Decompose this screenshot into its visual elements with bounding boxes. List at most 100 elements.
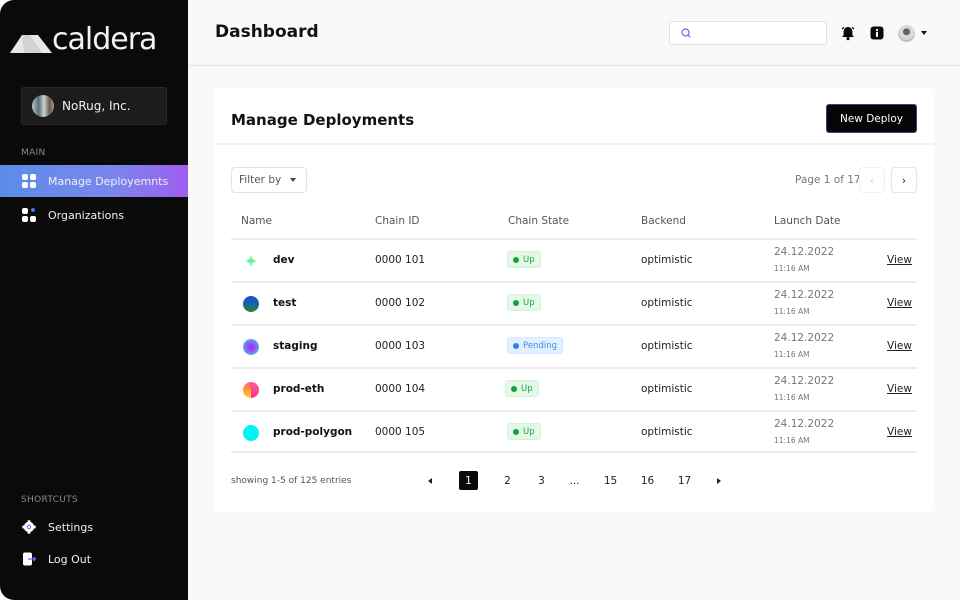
sidebar-item-manage-deployments[interactable]: Manage Deployemnts <box>0 165 188 197</box>
launch-date: 24.12.2022 <box>774 289 835 301</box>
launch-date: 24.12.2022 <box>774 332 835 344</box>
organization-switcher[interactable]: NoRug, Inc. <box>21 87 167 125</box>
page-button-3[interactable]: 3 <box>532 471 551 490</box>
entries-count: showing 1-5 of 125 entries <box>231 476 352 486</box>
status-badge: Up <box>507 294 541 311</box>
filter-label: Filter by <box>239 174 282 186</box>
logo-mountain-icon <box>10 35 52 53</box>
next-page-arrow-icon[interactable] <box>717 478 721 484</box>
view-link[interactable]: View <box>887 383 912 395</box>
grid-icon <box>22 174 36 188</box>
column-header-chain-state[interactable]: Chain State <box>508 215 569 227</box>
launch-time: 11:16 AM <box>774 307 810 316</box>
status-dot-icon <box>511 385 517 392</box>
deployment-name: staging <box>273 340 318 352</box>
main-section-label: MAIN <box>21 148 46 158</box>
launch-date: 24.12.2022 <box>774 418 835 430</box>
logo-text: caldera <box>52 22 157 57</box>
column-header-chain-id[interactable]: Chain ID <box>375 215 420 227</box>
status-text: Up <box>523 426 535 437</box>
table-row[interactable]: dev 0000 101 Up optimistic 24.12.2022 11… <box>231 238 917 281</box>
org-name: NoRug, Inc. <box>62 99 131 113</box>
deployment-icon-staging <box>243 339 259 355</box>
status-text: Up <box>523 297 535 308</box>
sidebar-item-logout[interactable]: Log Out <box>0 543 188 575</box>
chain-id: 0000 104 <box>375 383 426 395</box>
search-input[interactable] <box>698 25 818 41</box>
sidebar-item-settings[interactable]: Settings <box>0 511 188 543</box>
user-avatar[interactable] <box>898 25 915 42</box>
search-box[interactable] <box>669 21 827 45</box>
chain-id: 0000 105 <box>375 426 426 438</box>
deployment-name: prod-eth <box>273 383 325 395</box>
filter-dropdown[interactable]: Filter by <box>231 167 307 193</box>
backend: optimistic <box>641 426 693 438</box>
view-link[interactable]: View <box>887 297 912 309</box>
info-icon[interactable] <box>869 25 885 41</box>
launch-time: 11:16 AM <box>774 264 810 273</box>
status-badge: Up <box>507 251 541 268</box>
caret-down-icon <box>290 178 297 182</box>
shortcuts-section-label: SHORTCUTS <box>21 495 78 505</box>
backend: optimistic <box>641 340 693 352</box>
launch-time: 11:16 AM <box>774 350 810 359</box>
status-text: Pending <box>523 340 557 351</box>
deployment-icon-prod-eth <box>243 382 259 398</box>
table-row[interactable]: test 0000 102 Up optimistic 24.12.2022 1… <box>231 281 917 324</box>
column-header-name[interactable]: Name <box>241 215 272 227</box>
backend: optimistic <box>641 254 693 266</box>
status-text: Up <box>523 254 535 265</box>
status-dot-icon <box>513 256 519 263</box>
status-text: Up <box>521 383 533 394</box>
page-info: Page 1 of 17 <box>795 174 861 186</box>
view-link[interactable]: View <box>887 426 912 438</box>
gear-icon <box>22 520 36 534</box>
chain-id: 0000 103 <box>375 340 426 352</box>
table-row[interactable]: staging 0000 103 Pending optimistic 24.1… <box>231 324 917 367</box>
sidebar: caldera NoRug, Inc. MAIN Manage Deployem… <box>0 0 188 600</box>
prev-page-button[interactable]: ‹ <box>859 167 885 193</box>
sidebar-item-label: Organizations <box>48 208 125 222</box>
new-deploy-button[interactable]: New Deploy <box>826 104 917 133</box>
launch-time: 11:16 AM <box>774 393 810 402</box>
page-button-1[interactable]: 1 <box>459 471 478 490</box>
view-link[interactable]: View <box>887 254 912 266</box>
caldera-logo[interactable]: caldera <box>10 22 157 57</box>
org-avatar <box>32 95 54 117</box>
sidebar-item-organizations[interactable]: Organizations <box>0 199 188 231</box>
chain-id: 0000 101 <box>375 254 426 266</box>
organizations-icon <box>22 208 36 222</box>
table-row[interactable]: prod-eth 0000 104 Up optimistic 24.12.20… <box>231 367 917 410</box>
prev-page-arrow-icon[interactable] <box>428 478 432 484</box>
table-row[interactable]: prod-polygon 0000 105 Up optimistic 24.1… <box>231 410 917 453</box>
column-header-launch-date[interactable]: Launch Date <box>774 215 840 227</box>
page-button-17[interactable]: 17 <box>675 471 694 490</box>
logout-icon <box>23 552 36 566</box>
top-header: Dashboard <box>188 0 960 66</box>
page-button-2[interactable]: 2 <box>498 471 517 490</box>
sidebar-item-label: Log Out <box>48 552 92 566</box>
chain-id: 0000 102 <box>375 297 426 309</box>
page-button-15[interactable]: 15 <box>601 471 620 490</box>
deployment-icon-dev <box>245 255 257 267</box>
status-dot-icon <box>513 428 519 435</box>
launch-time: 11:16 AM <box>774 436 810 445</box>
page-button-16[interactable]: 16 <box>638 471 657 490</box>
status-dot-icon <box>513 342 519 349</box>
sidebar-item-label: Manage Deployemnts <box>48 174 169 188</box>
backend: optimistic <box>641 297 693 309</box>
view-link[interactable]: View <box>887 340 912 352</box>
column-header-backend[interactable]: Backend <box>641 215 686 227</box>
backend: optimistic <box>641 383 693 395</box>
status-badge: Pending <box>507 337 563 354</box>
sidebar-item-label: Settings <box>48 520 94 534</box>
deployment-icon-prod-polygon <box>243 425 259 441</box>
deployment-name: dev <box>273 254 295 266</box>
bell-icon[interactable] <box>840 25 856 41</box>
card-title: Manage Deployments <box>231 111 415 129</box>
next-page-button[interactable]: › <box>891 167 917 193</box>
deployment-name: prod-polygon <box>273 426 353 438</box>
chevron-down-icon[interactable] <box>921 31 927 35</box>
status-dot-icon <box>513 299 519 306</box>
page-ellipsis: ... <box>569 474 580 487</box>
